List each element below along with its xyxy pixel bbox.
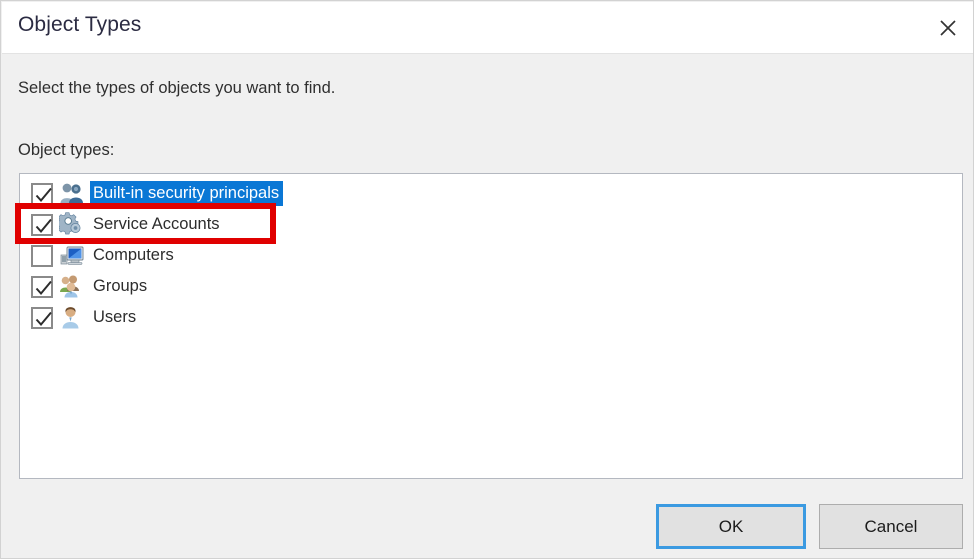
list-item[interactable]: Users bbox=[24, 302, 962, 333]
object-types-dialog: Object Types Select the types of objects… bbox=[0, 0, 974, 559]
service-accounts-gear-icon bbox=[59, 211, 87, 238]
builtin-security-principals-icon bbox=[59, 181, 87, 207]
checkbox-checked[interactable] bbox=[31, 182, 53, 205]
list-item[interactable]: Groups bbox=[24, 271, 962, 302]
list-item-label: Built-in security principals bbox=[90, 181, 284, 206]
checkbox-unchecked[interactable] bbox=[31, 244, 53, 267]
ok-button[interactable]: OK bbox=[656, 504, 806, 549]
dialog-title: Object Types bbox=[18, 13, 142, 36]
object-types-listbox[interactable]: Built-in security principals Service Acc… bbox=[19, 173, 963, 479]
object-types-list: Built-in security principals Service Acc… bbox=[20, 174, 962, 333]
list-item-label: Users bbox=[93, 308, 137, 326]
dialog-titlebar: Object Types bbox=[2, 2, 973, 54]
instruction-text: Select the types of objects you want to … bbox=[18, 79, 336, 97]
checkbox-checked[interactable] bbox=[31, 275, 53, 298]
list-item-label: Service Accounts bbox=[93, 215, 220, 233]
user-icon bbox=[59, 305, 87, 331]
close-icon bbox=[938, 18, 958, 38]
object-types-label: Object types: bbox=[18, 141, 115, 159]
cancel-button[interactable]: Cancel bbox=[819, 504, 963, 549]
close-button[interactable] bbox=[922, 2, 973, 53]
groups-icon bbox=[59, 274, 87, 300]
list-item[interactable]: Service Accounts bbox=[24, 209, 962, 240]
list-item[interactable]: Built-in security principals bbox=[24, 178, 962, 209]
list-item[interactable]: Computers bbox=[24, 240, 962, 271]
list-item-label: Groups bbox=[93, 277, 148, 295]
checkbox-checked[interactable] bbox=[31, 213, 53, 236]
computer-icon bbox=[59, 243, 87, 269]
checkbox-checked[interactable] bbox=[31, 306, 53, 329]
list-item-label: Computers bbox=[93, 246, 174, 264]
